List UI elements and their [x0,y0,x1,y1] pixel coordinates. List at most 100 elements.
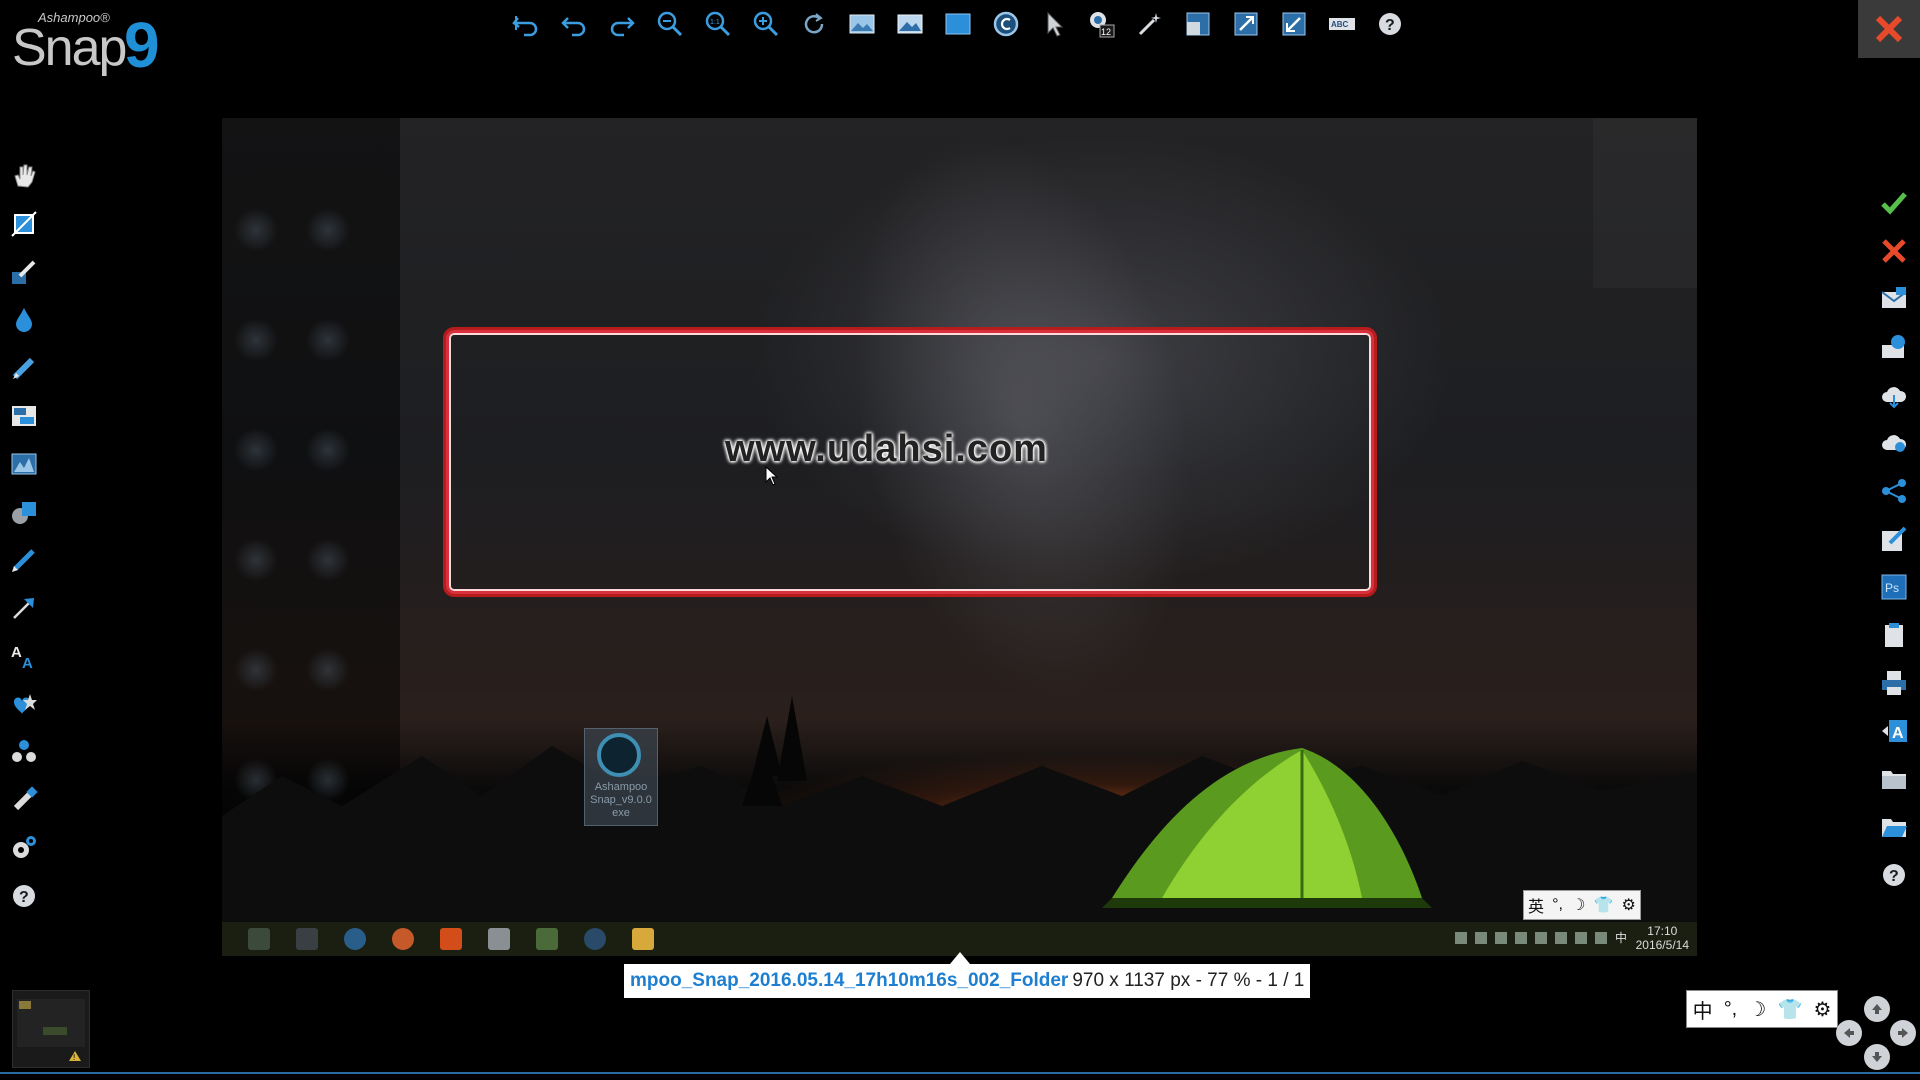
numbering-badge: 12 [1101,27,1111,37]
redo-icon [610,17,635,37]
numbers-icon [12,740,36,762]
ime-toolbar[interactable]: 中 °, ☽ 👕 ⚙ [1686,990,1838,1028]
folder-button[interactable] [1876,761,1912,797]
shrink-icon [1282,12,1306,36]
abc-icon: ABC [1329,18,1355,30]
svg-text:?: ? [1385,17,1395,34]
undo-all-button[interactable] [508,6,544,42]
email-button[interactable] [1876,281,1912,317]
ime-lang-button[interactable]: 中 [1693,995,1713,1024]
zoom-in-icon [753,11,779,37]
share-icon [1882,479,1906,503]
ime-punct-button[interactable]: °, [1724,998,1738,1021]
mouse-cursor-icon [765,466,779,486]
resize-button[interactable] [1180,6,1216,42]
layout-tool[interactable] [6,398,42,434]
ime-settings-button[interactable]: ⚙ [1813,997,1831,1022]
rotate-button[interactable] [796,6,832,42]
text-tool[interactable]: AA [6,638,42,674]
desktop-file-icon[interactable]: Ashampoo Snap_v9.0.0 exe [584,728,658,826]
help-icon: ? [1883,864,1905,886]
numbers-tool[interactable] [6,734,42,770]
chart-tool[interactable] [6,446,42,482]
nav-up-button[interactable] [1864,996,1890,1022]
ime-moon-button[interactable]: ☽ [1748,997,1766,1022]
image-adjust-button[interactable] [892,6,928,42]
tray-ime: 中 [1614,931,1627,945]
nav-down-button[interactable] [1864,1044,1890,1070]
cloud-button[interactable] [1876,377,1912,413]
pen-blur-tool[interactable] [6,254,42,290]
text-app-icon [488,928,510,950]
image-effects-button[interactable] [844,6,880,42]
ime-punct: °, [1552,896,1563,913]
pencil-tool[interactable] [6,542,42,578]
status-pointer [950,952,970,964]
highlighter-tool[interactable] [6,350,42,386]
arrow-icon [13,598,34,619]
logo-name: Snap [12,19,127,77]
help-button[interactable]: ? [1372,6,1408,42]
email-icon [1881,287,1907,308]
mountain-silhouette [222,696,1697,956]
capture-thumbnail[interactable]: ! [12,990,90,1068]
arrow-tool[interactable] [6,590,42,626]
right-help-button[interactable]: ? [1876,857,1912,893]
zoom-actual-button[interactable]: 1:1 [700,6,736,42]
watermark-button[interactable] [988,6,1024,42]
app-logo: Ashampoo® Snap 9 [8,6,168,81]
ime-skin-button[interactable]: 👕 [1777,997,1802,1022]
ime-toolbar-in-image: 英 °, ☽ 👕 ⚙ [1523,890,1641,920]
zoom-out-button[interactable] [652,6,688,42]
print-button[interactable] [1876,665,1912,701]
system-tray: 中 [1454,931,1627,945]
nav-left-button[interactable] [1836,1020,1862,1046]
select-button[interactable] [1036,6,1072,42]
shrink-button[interactable] [1276,6,1312,42]
ocr-button[interactable]: ABC [1324,6,1360,42]
snap-icon [584,928,606,950]
expand-button[interactable] [1228,6,1264,42]
open-folder-button[interactable] [1876,809,1912,845]
copyright-icon [993,11,1019,37]
marker-tool[interactable] [6,782,42,818]
undo-button[interactable] [556,6,592,42]
blurred-icon [306,538,350,582]
export-text-button[interactable]: A [1876,713,1912,749]
taskview-icon [296,928,318,950]
close-button[interactable] [1858,0,1920,58]
photoshop-button[interactable]: Ps [1876,569,1912,605]
settings-tool[interactable] [6,830,42,866]
clipboard-icon [1885,623,1903,647]
discard-button[interactable] [1876,233,1912,269]
watermark-text: www.udahsi.com [725,428,1048,470]
shapes-tool[interactable] [6,494,42,530]
svg-text:A: A [11,644,22,661]
top-toolbar: 1:1 12 ABC ? [508,6,1408,42]
shapes-icon [12,502,36,524]
hand-tool[interactable] [6,158,42,194]
share-button[interactable] [1876,473,1912,509]
status-filename[interactable]: mpoo_Snap_2016.05.14_17h10m16s_002_Folde… [630,970,1068,992]
left-help-button[interactable]: ? [6,878,42,914]
print-icon [1882,671,1906,695]
web-send-button[interactable] [1876,329,1912,365]
nav-right-button[interactable] [1890,1020,1916,1046]
edit-external-button[interactable] [1876,521,1912,557]
explorer-icon [632,928,654,950]
clipboard-button[interactable] [1876,617,1912,653]
help-icon: ? [1379,13,1401,35]
zoom-in-button[interactable] [748,6,784,42]
accept-button[interactable] [1876,185,1912,221]
image-adjust-icon [897,14,923,34]
crop-tool[interactable] [6,206,42,242]
canvas-button[interactable] [940,6,976,42]
redo-button[interactable] [604,6,640,42]
stamp-tool[interactable] [6,686,42,722]
drop-tool[interactable] [6,302,42,338]
arrow-left-icon [1844,1028,1854,1038]
numbering-button[interactable]: 12 [1084,6,1120,42]
magic-wand-button[interactable] [1132,6,1168,42]
cloud-upload-button[interactable] [1876,425,1912,461]
folder-icon [1882,771,1906,789]
